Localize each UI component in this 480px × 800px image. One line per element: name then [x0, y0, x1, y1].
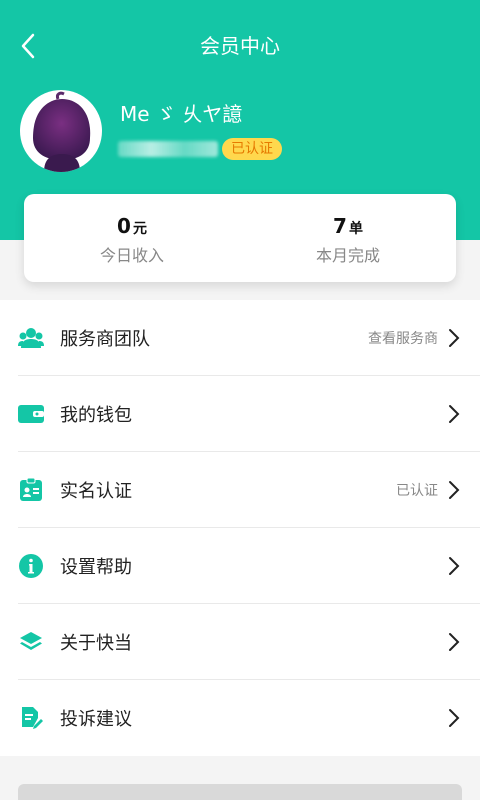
menu-item-extra: 已认证: [396, 483, 438, 499]
chevron-right-icon: [448, 328, 460, 348]
menu-item-wallet[interactable]: 我的钱包: [0, 376, 480, 452]
menu-item-settings-help[interactable]: 设置帮助: [0, 528, 480, 604]
menu-item-feedback[interactable]: 投诉建议: [0, 680, 480, 756]
avatar[interactable]: [20, 90, 102, 172]
menu-item-extra: 查看服务商: [368, 331, 438, 347]
masked-phone-number: [118, 141, 218, 157]
monthly-completed-label: 本月完成: [315, 246, 380, 265]
id-card-icon: [18, 477, 44, 503]
chevron-right-icon: [448, 708, 460, 728]
menu-item-label: 设置帮助: [60, 557, 132, 578]
menu-item-label: 我的钱包: [60, 405, 132, 426]
chevron-right-icon: [448, 404, 460, 424]
wallet-icon: [18, 401, 44, 427]
menu-item-service-team[interactable]: 服务商团队 查看服务商: [0, 300, 480, 376]
bottom-action-bar[interactable]: [18, 784, 462, 800]
monthly-completed-stat[interactable]: 7单 本月完成: [240, 194, 456, 282]
avatar-image: [21, 91, 101, 172]
info-icon: [18, 553, 44, 579]
menu-item-real-name-verification[interactable]: 实名认证 已认证: [0, 452, 480, 528]
today-income-stat[interactable]: 0元 今日收入: [24, 194, 240, 282]
menu-item-label: 服务商团队: [60, 329, 150, 350]
today-income-label: 今日收入: [99, 246, 164, 265]
menu-item-label: 投诉建议: [60, 709, 132, 730]
member-center-screen: 会员中心 Me ゞ 乆ヤ譩 已认证 0元 今日收入 7 单 本月完成 服务商团队…: [0, 0, 480, 800]
chevron-right-icon: [448, 632, 460, 652]
layers-icon: [18, 629, 44, 655]
page-title: 会员中心: [200, 34, 280, 58]
settings-menu: 服务商团队 查看服务商 我的钱包 实名认证 已认证 设置帮助 关于快当 投诉建议: [0, 300, 480, 756]
menu-item-label: 实名认证: [60, 481, 132, 502]
monthly-completed-value: 7单: [333, 214, 363, 238]
menu-item-about[interactable]: 关于快当: [0, 604, 480, 680]
username: Me ゞ 乆ヤ譩: [120, 102, 243, 126]
stats-card: 0元 今日收入 7单 本月完成: [24, 194, 456, 282]
chevron-right-icon: [448, 556, 460, 576]
today-income-value: 0元: [117, 214, 147, 238]
team-icon: [18, 325, 44, 351]
verified-badge: 已认证: [222, 138, 282, 160]
menu-item-label: 关于快当: [60, 633, 132, 654]
chevron-right-icon: [448, 480, 460, 500]
feedback-icon: [18, 705, 44, 731]
